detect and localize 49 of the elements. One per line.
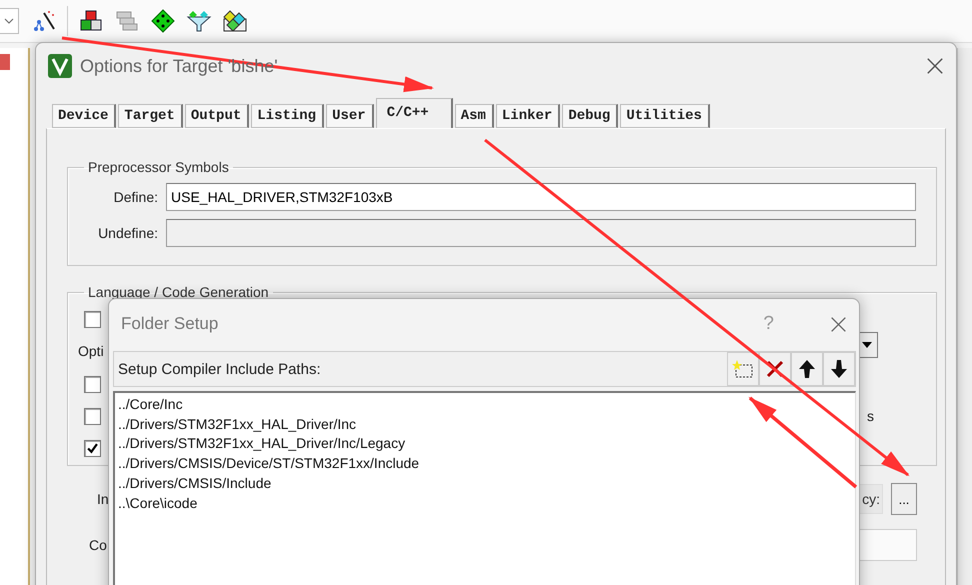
path-item[interactable]: ../Drivers/STM32F1xx_HAL_Driver/Inc/Legacy [117, 434, 853, 454]
path-item[interactable]: ../Drivers/CMSIS/Include [117, 474, 853, 494]
field-label: Undefine: [97, 225, 158, 241]
header-label: Setup Compiler Include Paths: [117, 360, 322, 378]
new-folder-icon [732, 359, 754, 379]
path-item[interactable]: ../Drivers/STM32F1xx_HAL_Driver/Inc [117, 414, 853, 434]
path-item[interactable]: ../Core/Inc [117, 395, 853, 415]
funnel-icon[interactable] [186, 8, 212, 34]
window-title: Folder Setup [121, 314, 220, 334]
chevron-icon [4, 18, 14, 24]
app-logo-icon [48, 54, 72, 78]
checkbox[interactable] [84, 376, 101, 392]
diamond-icon[interactable] [150, 8, 176, 34]
input-field[interactable]: USE_HAL_DRIVER,STM32F103xB [166, 183, 916, 211]
move-up-button[interactable] [791, 352, 823, 386]
path-item[interactable]: ../Drivers/CMSIS/Device/ST/STM32F1xx/Include [117, 454, 853, 474]
down-arrow-icon [830, 359, 848, 379]
caret-icon [862, 342, 872, 348]
tab[interactable]: Debug [562, 104, 618, 128]
option-label: Co [89, 537, 107, 553]
tab[interactable]: C/C++ [376, 98, 453, 128]
up-arrow-icon [798, 359, 816, 379]
checkbox[interactable] [84, 310, 101, 328]
tab[interactable]: Device [52, 104, 116, 128]
option-label: In [97, 491, 109, 507]
tab[interactable]: Utilities [620, 104, 710, 128]
option-label: cy: [859, 484, 883, 514]
new-button[interactable] [727, 352, 759, 386]
browse-button[interactable]: ... [891, 483, 917, 515]
tab[interactable]: Target [118, 104, 183, 128]
delete-icon [765, 359, 785, 379]
checkbox[interactable] [84, 408, 101, 424]
option-label: s [867, 408, 874, 424]
option-label: Opti [78, 343, 104, 359]
tab[interactable]: Listing [251, 104, 324, 128]
tab[interactable]: Asm [454, 104, 494, 128]
input-field[interactable] [857, 529, 917, 561]
close-icon[interactable] [830, 316, 847, 332]
move-down-button[interactable] [823, 352, 855, 386]
checkbox[interactable] [84, 440, 101, 456]
tab[interactable]: Output [184, 104, 250, 128]
group-title: Preprocessor Symbols [87, 159, 230, 175]
close-icon[interactable] [926, 57, 944, 75]
field-label: Define: [112, 189, 158, 205]
path-item[interactable]: ..\Core\icode [117, 494, 853, 514]
tab[interactable]: Linker [496, 104, 560, 128]
package-icon[interactable] [222, 8, 248, 34]
tab[interactable]: User [326, 104, 374, 128]
wand-icon[interactable] [31, 8, 57, 34]
